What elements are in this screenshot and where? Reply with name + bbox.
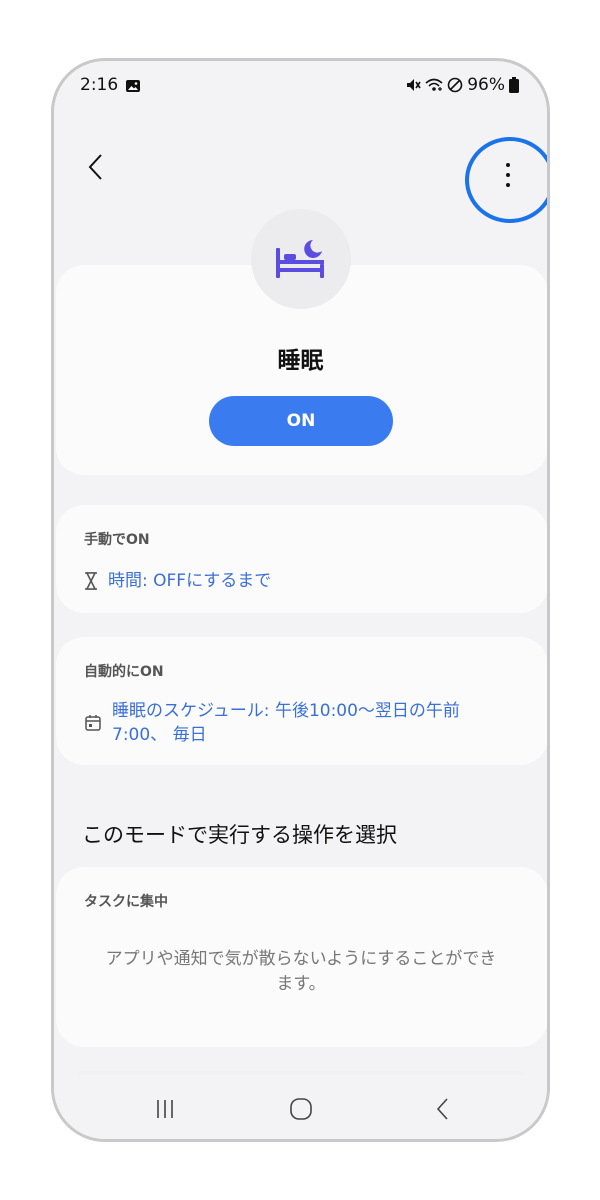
chevron-left-icon: [88, 154, 102, 180]
hourglass-icon: [85, 572, 97, 590]
focus-task-description: アプリや通知で気が散らないようにすることができ ます。: [76, 947, 526, 997]
mute-icon: [407, 79, 421, 91]
status-bar: 2:16 96%: [54, 61, 547, 115]
recents-icon: [157, 1100, 173, 1118]
home-button[interactable]: [277, 1089, 325, 1129]
status-time: 2:16: [80, 75, 119, 95]
more-options-button[interactable]: [463, 137, 547, 223]
more-vert-icon: [501, 157, 515, 193]
battery-percent: 96%: [467, 75, 505, 95]
nav-back-button[interactable]: [419, 1089, 467, 1129]
focus-task-desc-line2: ます。: [276, 974, 326, 994]
recents-button[interactable]: [141, 1089, 189, 1129]
actions-section-title: このモードで実行する操作を選択: [82, 823, 397, 847]
focus-task-card[interactable]: タスクに集中 アプリや通知で気が散らないようにすることができ ます。: [56, 867, 547, 1047]
calendar-icon: [85, 715, 101, 731]
mode-title: 睡眠: [277, 348, 324, 374]
manual-duration-link[interactable]: 時間: OFFにするまで: [84, 569, 271, 593]
battery-icon: [509, 77, 519, 93]
schedule-link[interactable]: 睡眠のスケジュール: 午後10:00〜翌日の午前 7:00、 毎日: [84, 699, 524, 747]
schedule-text-line2: 7:00、 毎日: [112, 725, 207, 745]
mode-icon-container: [251, 209, 351, 309]
focus-task-header: タスクに集中: [84, 894, 168, 910]
nav-back-icon: [436, 1098, 448, 1120]
back-button[interactable]: [78, 149, 114, 185]
mode-on-button[interactable]: ON: [209, 396, 393, 446]
manual-on-card: 手動でON 時間: OFFにするまで: [56, 505, 547, 613]
auto-on-header: 自動的にON: [84, 664, 164, 680]
navigation-bar: [54, 1075, 547, 1139]
auto-on-card: 自動的にON 睡眠のスケジュール: 午後10:00〜翌日の午前 7:00、 毎日: [56, 637, 547, 765]
schedule-text-line1: 睡眠のスケジュール: 午後10:00〜翌日の午前: [112, 701, 460, 721]
gallery-notification-icon: [126, 80, 140, 92]
bed-moon-icon: [276, 240, 324, 278]
manual-duration-text: 時間: OFFにするまで: [108, 571, 272, 591]
home-icon: [290, 1098, 312, 1120]
manual-on-header: 手動でON: [84, 532, 150, 548]
wifi-icon: [425, 78, 443, 91]
status-icons: 96%: [405, 75, 519, 95]
focus-task-desc-line1: アプリや通知で気が散らないようにすることができ: [105, 949, 497, 969]
phone-frame: 2:16 96% 睡眠 ON 手動でON 時間: OFFにするまで 自動的にON…: [51, 58, 550, 1142]
no-sim-icon: [447, 77, 463, 93]
